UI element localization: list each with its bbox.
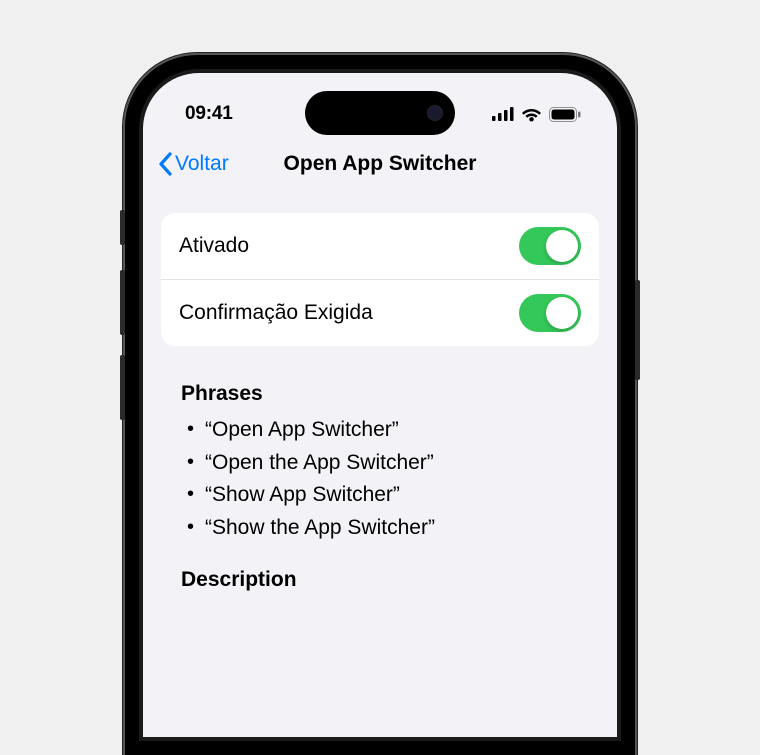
confirm-toggle[interactable]	[519, 294, 581, 332]
chevron-left-icon	[157, 152, 173, 176]
confirm-label: Confirmação Exigida	[179, 301, 373, 325]
enabled-row: Ativado	[161, 213, 599, 279]
nav-bar: Voltar Open App Switcher	[143, 137, 617, 191]
signal-icon	[492, 107, 514, 121]
wifi-icon	[521, 107, 542, 122]
confirm-row: Confirmação Exigida	[161, 279, 599, 346]
toggle-knob	[546, 230, 578, 262]
description-header: Description	[181, 568, 579, 592]
settings-group: Ativado Confirmação Exigida	[161, 213, 599, 346]
camera-dot	[427, 105, 443, 121]
phrase-item: “Show App Switcher”	[205, 479, 579, 512]
battery-icon	[549, 107, 581, 122]
dynamic-island	[305, 91, 455, 135]
volume-button	[120, 355, 125, 420]
phrases-header: Phrases	[181, 382, 579, 406]
phrases-section: Phrases “Open App Switcher” “Open the Ap…	[161, 346, 599, 544]
status-icons	[492, 107, 581, 122]
toggle-knob	[546, 297, 578, 329]
page-title: Open App Switcher	[284, 152, 477, 176]
enabled-label: Ativado	[179, 234, 249, 258]
back-label: Voltar	[175, 152, 229, 176]
phone-frame: 09:41	[125, 55, 635, 755]
phrase-item: “Open App Switcher”	[205, 414, 579, 447]
description-section: Description	[161, 544, 599, 592]
phrase-item: “Open the App Switcher”	[205, 447, 579, 480]
content: Ativado Confirmação Exigida Phrases	[143, 191, 617, 592]
power-button	[635, 280, 640, 380]
volume-button	[120, 210, 125, 245]
phrase-list: “Open App Switcher” “Open the App Switch…	[181, 414, 579, 544]
screen: 09:41	[143, 73, 617, 737]
volume-button	[120, 270, 125, 335]
back-button[interactable]: Voltar	[157, 152, 229, 176]
enabled-toggle[interactable]	[519, 227, 581, 265]
status-time: 09:41	[185, 103, 233, 125]
phrase-item: “Show the App Switcher”	[205, 512, 579, 545]
